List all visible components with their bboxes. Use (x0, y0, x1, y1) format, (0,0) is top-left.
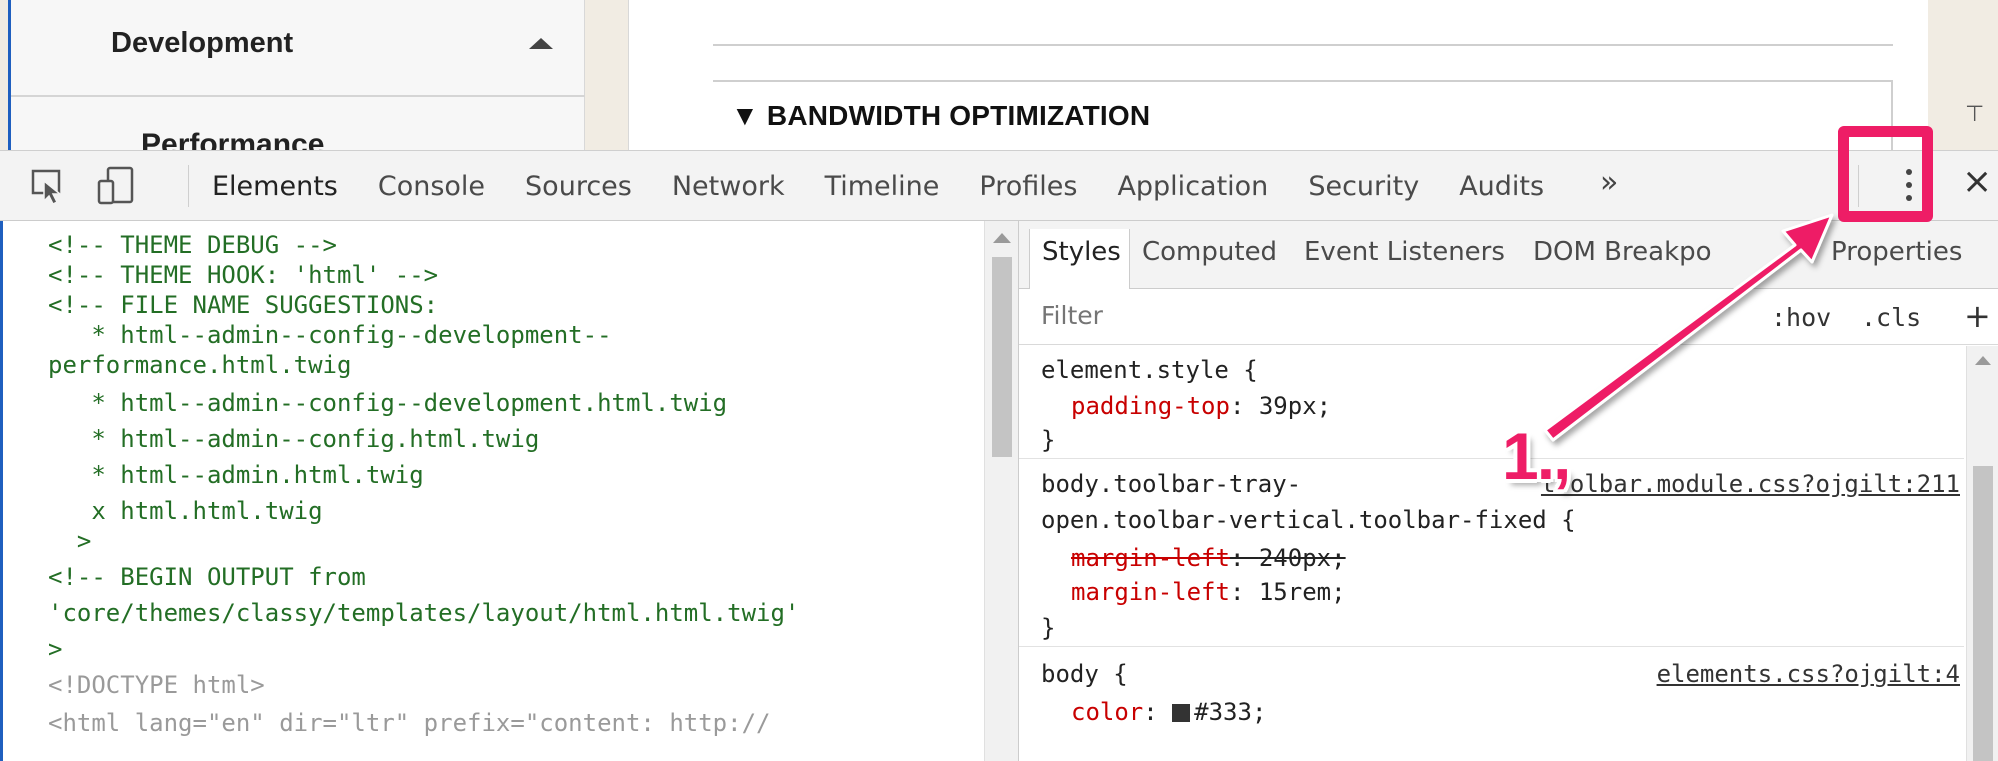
filter-input[interactable] (1041, 301, 1601, 330)
elements-scrollbar[interactable] (984, 221, 1018, 761)
devtools-panel: Elements Console Sources Network Timelin… (0, 150, 1998, 761)
scroll-arrow-icon[interactable]: ⊤ (1965, 102, 1984, 127)
main-content: ▼ BANDWIDTH OPTIMIZATION (628, 0, 1928, 152)
annotation-highlight-box (1838, 126, 1933, 222)
tab-elements[interactable]: Elements (212, 169, 338, 209)
tab-sources[interactable]: Sources (525, 169, 632, 209)
elements-dom-tree[interactable]: <!-- THEME DEBUG --> <!-- THEME HOOK: 'h… (0, 221, 1018, 761)
tab-computed[interactable]: Computed (1142, 237, 1277, 267)
tab-profiles[interactable]: Profiles (979, 169, 1077, 209)
scroll-up-icon[interactable] (1975, 356, 1991, 365)
element-style-rule[interactable]: element.style { padding-top: 39px; } (1019, 347, 1964, 459)
devtools-tabs: Elements Console Sources Network Timelin… (212, 169, 1584, 209)
code-line[interactable]: * html--admin--config.html.twig (48, 421, 539, 457)
tab-application[interactable]: Application (1117, 169, 1268, 209)
code-line[interactable]: <!-- BEGIN OUTPUT from (48, 559, 366, 595)
new-rule-button[interactable]: + (1964, 297, 1991, 335)
tab-audits[interactable]: Audits (1459, 169, 1544, 209)
rule-declaration[interactable]: color: #333; (1071, 693, 1266, 731)
step-label: 1., (1502, 419, 1571, 493)
caret-up-icon[interactable] (529, 38, 553, 49)
device-toolbar-icon[interactable] (96, 165, 136, 207)
code-line[interactable]: <!DOCTYPE html> (48, 667, 265, 703)
tab-security[interactable]: Security (1308, 169, 1419, 209)
close-icon[interactable]: × (1962, 161, 1992, 202)
code-line[interactable]: > (48, 523, 91, 559)
tab-properties[interactable]: Properties (1831, 237, 1962, 267)
tab-dom-breakpoints[interactable]: DOM Breakpo (1533, 237, 1712, 267)
code-line[interactable]: > (48, 631, 62, 667)
rule-selector: body.toolbar-tray- (1041, 470, 1302, 498)
code-line[interactable]: performance.html.twig (48, 347, 351, 383)
tab-styles[interactable]: Styles (1029, 229, 1130, 289)
code-line[interactable]: * html--admin--config--development.html.… (48, 385, 727, 421)
tab-console[interactable]: Console (378, 169, 485, 209)
code-line[interactable]: 'core/themes/classy/templates/layout/htm… (48, 595, 799, 631)
scrollbar-thumb[interactable] (1973, 466, 1993, 761)
code-line[interactable]: * html--admin.html.twig (48, 457, 423, 493)
toolbar-divider (188, 165, 189, 207)
overridden-declaration[interactable]: margin-left: 240px; (1071, 539, 1346, 577)
styles-filter-bar: :hov .cls + (1019, 289, 1998, 345)
class-toggle[interactable]: .cls (1861, 303, 1921, 332)
rule-close: } (1041, 614, 1056, 642)
devtools-toolbar: Elements Console Sources Network Timelin… (0, 151, 1998, 221)
hover-state-toggle[interactable]: :hov (1771, 303, 1831, 332)
bandwidth-optimization-summary[interactable]: ▼ BANDWIDTH OPTIMIZATION (731, 100, 1150, 132)
toolbar-rule[interactable]: body.toolbar-tray- toolbar.module.css?oj… (1019, 459, 1964, 647)
body-rule[interactable]: body { elements.css?ojgilt:4 color: #333… (1019, 649, 1964, 761)
rule-selector: element.style { (1041, 356, 1258, 384)
styles-subtabs: Styles Computed Event Listeners DOM Brea… (1019, 221, 1998, 289)
inspect-element-icon[interactable] (30, 165, 66, 205)
source-link[interactable]: toolbar.module.css?ojgilt:211 (1541, 465, 1960, 503)
scrollbar-thumb[interactable] (992, 257, 1012, 457)
sidebar-item-label: Development (111, 27, 294, 59)
source-link[interactable]: elements.css?ojgilt:4 (1657, 655, 1960, 693)
more-tabs-icon[interactable]: » (1600, 165, 1618, 200)
sidebar-item-development[interactable]: Development (11, 0, 585, 97)
section-divider (713, 44, 1893, 46)
styles-scrollbar[interactable] (1966, 346, 1998, 761)
web-page-area: Development Performance ▼ BANDWIDTH OPTI… (0, 0, 1998, 161)
admin-sidebar: Development Performance (8, 0, 585, 161)
color-swatch[interactable] (1172, 704, 1191, 722)
scroll-up-icon[interactable] (993, 233, 1011, 243)
rule-declaration[interactable]: padding-top: 39px; (1071, 387, 1331, 425)
rule-selector: body { (1041, 660, 1128, 688)
tab-event-listeners[interactable]: Event Listeners (1304, 237, 1505, 267)
rule-close: } (1041, 426, 1056, 454)
rule-declaration[interactable]: margin-left: 15rem; (1071, 573, 1346, 611)
tab-network[interactable]: Network (672, 169, 785, 209)
tab-timeline[interactable]: Timeline (825, 169, 940, 209)
rule-selector: open.toolbar-vertical.toolbar-fixed { (1041, 506, 1576, 534)
code-line[interactable]: <html lang="en" dir="ltr" prefix="conten… (48, 705, 770, 741)
